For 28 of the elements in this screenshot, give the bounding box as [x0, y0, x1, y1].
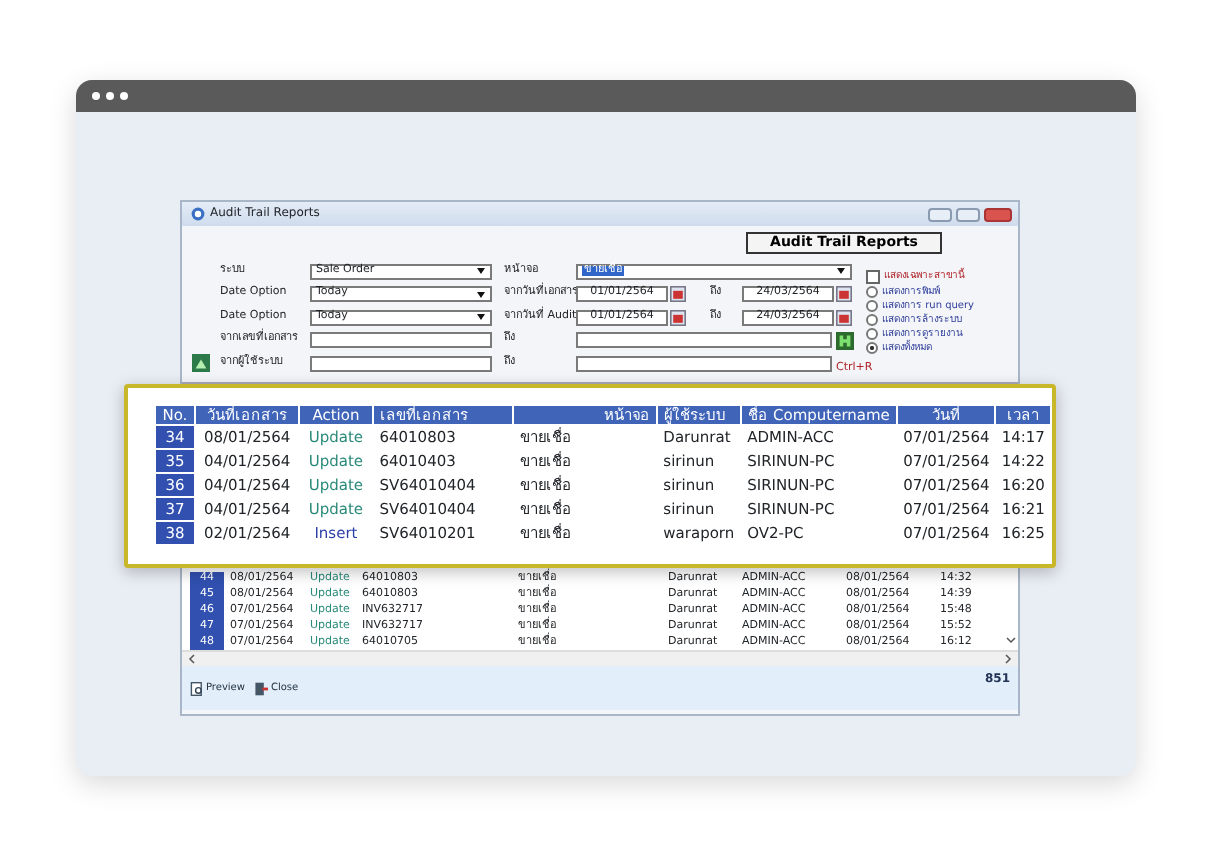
checkbox[interactable] — [866, 270, 880, 284]
scroll-left-icon[interactable] — [188, 654, 196, 664]
scroll-right-icon[interactable] — [1004, 654, 1012, 664]
horizontal-scrollbar[interactable] — [182, 650, 1018, 666]
app-icon — [190, 206, 206, 222]
dropdown-arrow-icon[interactable] — [476, 289, 486, 299]
radio-button[interactable] — [866, 300, 878, 312]
radio-button[interactable] — [866, 286, 878, 298]
document-icon — [190, 681, 204, 695]
dropdown-arrow-icon[interactable] — [476, 266, 486, 276]
radio-button[interactable] — [866, 328, 878, 340]
minimize-button[interactable] — [928, 207, 952, 221]
close-button[interactable] — [984, 207, 1012, 221]
run-icon[interactable] — [836, 331, 854, 349]
dropdown-arrow-icon[interactable] — [836, 266, 846, 276]
radio-button[interactable] — [866, 342, 878, 354]
input-field[interactable] — [310, 355, 492, 371]
input-field[interactable] — [310, 332, 492, 348]
window-dot — [92, 92, 100, 100]
window-dot — [106, 92, 114, 100]
radio-button[interactable] — [866, 314, 878, 326]
maximize-button[interactable] — [956, 207, 980, 221]
dropdown-arrow-icon[interactable] — [476, 312, 486, 322]
exit-icon — [254, 681, 269, 695]
input-field[interactable] — [576, 332, 832, 348]
window-dot — [120, 92, 128, 100]
input-field[interactable] — [576, 355, 832, 371]
scroll-down-icon[interactable] — [1006, 636, 1016, 644]
